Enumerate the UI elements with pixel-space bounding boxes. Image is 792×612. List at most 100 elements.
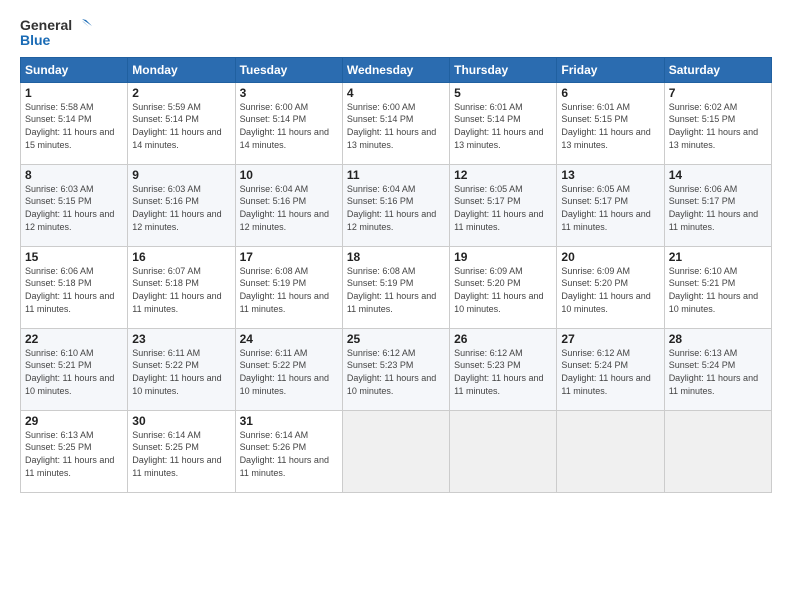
calendar-cell: 19Sunrise: 6:09 AMSunset: 5:20 PMDayligh…	[450, 246, 557, 328]
day-info: Sunrise: 6:10 AMSunset: 5:21 PMDaylight:…	[25, 347, 123, 397]
calendar-cell: 30Sunrise: 6:14 AMSunset: 5:25 PMDayligh…	[128, 410, 235, 492]
day-number: 17	[240, 250, 338, 264]
weekday-row: SundayMondayTuesdayWednesdayThursdayFrid…	[21, 57, 772, 82]
page: General Blue SundayMondayTuesdayWednesda…	[0, 0, 792, 612]
day-info: Sunrise: 6:04 AMSunset: 5:16 PMDaylight:…	[240, 183, 338, 233]
calendar-cell	[557, 410, 664, 492]
day-number: 25	[347, 332, 445, 346]
day-number: 3	[240, 86, 338, 100]
day-number: 27	[561, 332, 659, 346]
weekday-header-saturday: Saturday	[664, 57, 771, 82]
day-number: 4	[347, 86, 445, 100]
calendar-cell: 12Sunrise: 6:05 AMSunset: 5:17 PMDayligh…	[450, 164, 557, 246]
calendar-cell: 17Sunrise: 6:08 AMSunset: 5:19 PMDayligh…	[235, 246, 342, 328]
day-number: 18	[347, 250, 445, 264]
day-info: Sunrise: 6:01 AMSunset: 5:15 PMDaylight:…	[561, 101, 659, 151]
day-number: 14	[669, 168, 767, 182]
day-info: Sunrise: 6:14 AMSunset: 5:25 PMDaylight:…	[132, 429, 230, 479]
day-info: Sunrise: 6:09 AMSunset: 5:20 PMDaylight:…	[561, 265, 659, 315]
day-number: 23	[132, 332, 230, 346]
day-number: 24	[240, 332, 338, 346]
weekday-header-friday: Friday	[557, 57, 664, 82]
day-info: Sunrise: 6:06 AMSunset: 5:18 PMDaylight:…	[25, 265, 123, 315]
calendar-cell: 6Sunrise: 6:01 AMSunset: 5:15 PMDaylight…	[557, 82, 664, 164]
day-info: Sunrise: 6:00 AMSunset: 5:14 PMDaylight:…	[240, 101, 338, 151]
calendar-week-3: 15Sunrise: 6:06 AMSunset: 5:18 PMDayligh…	[21, 246, 772, 328]
calendar-cell: 11Sunrise: 6:04 AMSunset: 5:16 PMDayligh…	[342, 164, 449, 246]
day-number: 5	[454, 86, 552, 100]
day-info: Sunrise: 6:12 AMSunset: 5:24 PMDaylight:…	[561, 347, 659, 397]
calendar-cell	[450, 410, 557, 492]
day-info: Sunrise: 6:11 AMSunset: 5:22 PMDaylight:…	[240, 347, 338, 397]
calendar-cell: 5Sunrise: 6:01 AMSunset: 5:14 PMDaylight…	[450, 82, 557, 164]
day-info: Sunrise: 6:12 AMSunset: 5:23 PMDaylight:…	[347, 347, 445, 397]
day-number: 6	[561, 86, 659, 100]
logo-blue: Blue	[20, 33, 92, 48]
day-number: 22	[25, 332, 123, 346]
weekday-header-sunday: Sunday	[21, 57, 128, 82]
calendar-cell: 15Sunrise: 6:06 AMSunset: 5:18 PMDayligh…	[21, 246, 128, 328]
day-info: Sunrise: 6:12 AMSunset: 5:23 PMDaylight:…	[454, 347, 552, 397]
weekday-header-monday: Monday	[128, 57, 235, 82]
calendar-cell: 28Sunrise: 6:13 AMSunset: 5:24 PMDayligh…	[664, 328, 771, 410]
weekday-header-thursday: Thursday	[450, 57, 557, 82]
day-number: 31	[240, 414, 338, 428]
calendar-cell: 25Sunrise: 6:12 AMSunset: 5:23 PMDayligh…	[342, 328, 449, 410]
day-number: 1	[25, 86, 123, 100]
day-info: Sunrise: 6:05 AMSunset: 5:17 PMDaylight:…	[454, 183, 552, 233]
day-info: Sunrise: 6:03 AMSunset: 5:15 PMDaylight:…	[25, 183, 123, 233]
day-number: 20	[561, 250, 659, 264]
calendar-cell	[664, 410, 771, 492]
calendar-cell: 18Sunrise: 6:08 AMSunset: 5:19 PMDayligh…	[342, 246, 449, 328]
calendar-cell: 8Sunrise: 6:03 AMSunset: 5:15 PMDaylight…	[21, 164, 128, 246]
calendar-cell: 1Sunrise: 5:58 AMSunset: 5:14 PMDaylight…	[21, 82, 128, 164]
day-info: Sunrise: 6:05 AMSunset: 5:17 PMDaylight:…	[561, 183, 659, 233]
day-info: Sunrise: 6:00 AMSunset: 5:14 PMDaylight:…	[347, 101, 445, 151]
calendar-cell: 7Sunrise: 6:02 AMSunset: 5:15 PMDaylight…	[664, 82, 771, 164]
day-number: 28	[669, 332, 767, 346]
day-number: 7	[669, 86, 767, 100]
day-number: 11	[347, 168, 445, 182]
day-number: 19	[454, 250, 552, 264]
calendar-body: 1Sunrise: 5:58 AMSunset: 5:14 PMDaylight…	[21, 82, 772, 492]
day-info: Sunrise: 6:13 AMSunset: 5:24 PMDaylight:…	[669, 347, 767, 397]
logo-container: General Blue	[20, 18, 92, 49]
day-number: 10	[240, 168, 338, 182]
day-info: Sunrise: 6:11 AMSunset: 5:22 PMDaylight:…	[132, 347, 230, 397]
day-info: Sunrise: 6:10 AMSunset: 5:21 PMDaylight:…	[669, 265, 767, 315]
logo-general: General	[20, 18, 72, 33]
calendar-cell: 3Sunrise: 6:00 AMSunset: 5:14 PMDaylight…	[235, 82, 342, 164]
day-number: 15	[25, 250, 123, 264]
day-number: 13	[561, 168, 659, 182]
day-info: Sunrise: 6:06 AMSunset: 5:17 PMDaylight:…	[669, 183, 767, 233]
day-number: 29	[25, 414, 123, 428]
calendar-cell: 31Sunrise: 6:14 AMSunset: 5:26 PMDayligh…	[235, 410, 342, 492]
calendar-cell: 23Sunrise: 6:11 AMSunset: 5:22 PMDayligh…	[128, 328, 235, 410]
calendar-cell: 22Sunrise: 6:10 AMSunset: 5:21 PMDayligh…	[21, 328, 128, 410]
day-info: Sunrise: 6:08 AMSunset: 5:19 PMDaylight:…	[240, 265, 338, 315]
day-number: 12	[454, 168, 552, 182]
calendar-cell: 27Sunrise: 6:12 AMSunset: 5:24 PMDayligh…	[557, 328, 664, 410]
day-info: Sunrise: 6:03 AMSunset: 5:16 PMDaylight:…	[132, 183, 230, 233]
day-number: 9	[132, 168, 230, 182]
calendar-cell: 29Sunrise: 6:13 AMSunset: 5:25 PMDayligh…	[21, 410, 128, 492]
calendar-cell: 4Sunrise: 6:00 AMSunset: 5:14 PMDaylight…	[342, 82, 449, 164]
calendar-cell: 24Sunrise: 6:11 AMSunset: 5:22 PMDayligh…	[235, 328, 342, 410]
day-number: 26	[454, 332, 552, 346]
day-number: 30	[132, 414, 230, 428]
calendar-week-4: 22Sunrise: 6:10 AMSunset: 5:21 PMDayligh…	[21, 328, 772, 410]
day-info: Sunrise: 5:59 AMSunset: 5:14 PMDaylight:…	[132, 101, 230, 151]
calendar-cell: 9Sunrise: 6:03 AMSunset: 5:16 PMDaylight…	[128, 164, 235, 246]
day-info: Sunrise: 6:07 AMSunset: 5:18 PMDaylight:…	[132, 265, 230, 315]
header: General Blue	[20, 18, 772, 49]
calendar-cell: 14Sunrise: 6:06 AMSunset: 5:17 PMDayligh…	[664, 164, 771, 246]
day-number: 8	[25, 168, 123, 182]
weekday-header-tuesday: Tuesday	[235, 57, 342, 82]
calendar-cell: 26Sunrise: 6:12 AMSunset: 5:23 PMDayligh…	[450, 328, 557, 410]
logo-bird-icon	[74, 19, 92, 33]
calendar-cell: 2Sunrise: 5:59 AMSunset: 5:14 PMDaylight…	[128, 82, 235, 164]
calendar-week-5: 29Sunrise: 6:13 AMSunset: 5:25 PMDayligh…	[21, 410, 772, 492]
calendar-header: SundayMondayTuesdayWednesdayThursdayFrid…	[21, 57, 772, 82]
day-number: 2	[132, 86, 230, 100]
day-info: Sunrise: 6:02 AMSunset: 5:15 PMDaylight:…	[669, 101, 767, 151]
